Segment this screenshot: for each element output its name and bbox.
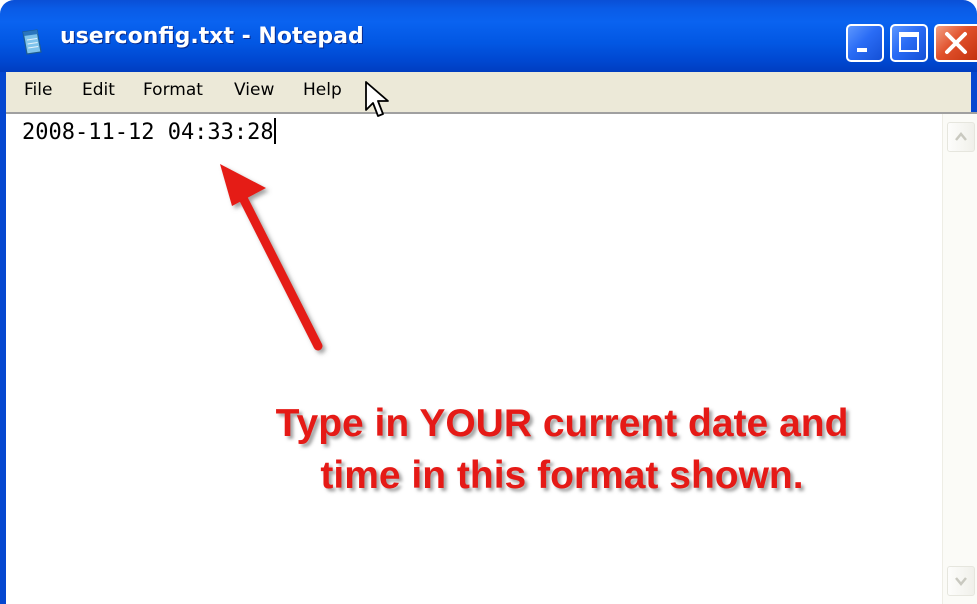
mouse-pointer-icon [365,81,389,117]
annotation-callout: Type in YOUR current date and time in th… [222,398,902,502]
red-arrow-icon [220,164,323,351]
annotation-line-2: time in this format shown. [320,454,804,497]
notepad-window: userconfig.txt - Notepad File Edit Forma… [0,0,977,604]
annotation-line-1: Type in YOUR current date and [275,402,849,445]
